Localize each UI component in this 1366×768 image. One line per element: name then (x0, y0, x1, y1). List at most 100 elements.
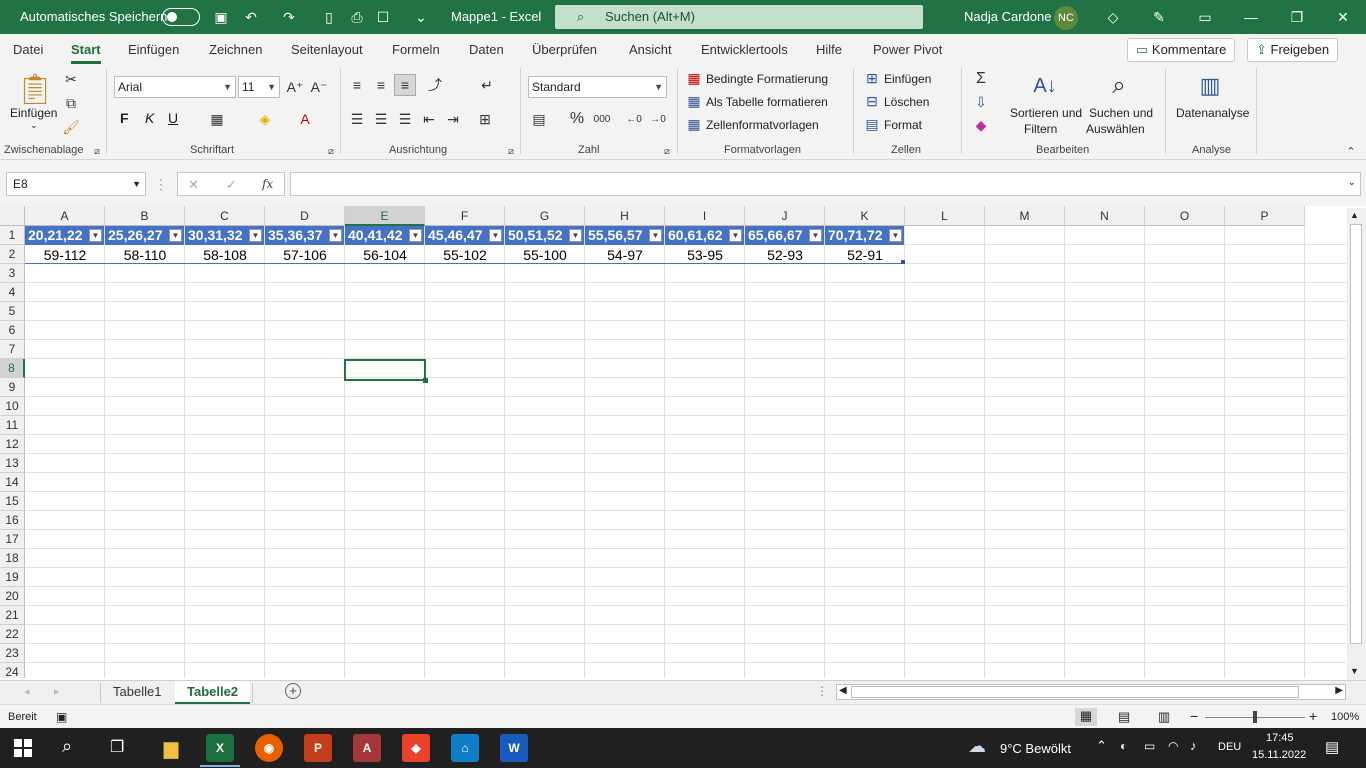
firefox-icon[interactable]: ◉ (255, 734, 283, 762)
excel-icon[interactable]: X (206, 734, 234, 762)
align-top-icon[interactable]: ≡ (348, 76, 366, 94)
tab-datei[interactable]: Datei (13, 42, 43, 57)
notifications-icon[interactable]: ▤ (1325, 738, 1339, 756)
find-select-icon[interactable]: ⌕ (1102, 70, 1136, 102)
data-analysis-icon[interactable]: ▥ (1193, 70, 1227, 102)
row-header[interactable]: 6 (0, 321, 25, 340)
avatar[interactable]: NC (1054, 6, 1078, 30)
cut-icon[interactable]: ✂ (62, 70, 80, 88)
anydesk-icon[interactable]: ◆ (402, 734, 430, 762)
decrease-decimal-icon[interactable]: →0 (648, 110, 668, 128)
clock-time[interactable]: 17:45 (1266, 732, 1294, 744)
italic-button[interactable]: K (145, 110, 154, 126)
conditional-formatting-icon[interactable]: ▦ (686, 70, 702, 86)
page-layout-view-icon[interactable]: ▤ (1118, 709, 1130, 725)
fx-icon[interactable]: fx (262, 177, 273, 191)
volume-icon[interactable]: ♪ (1190, 738, 1197, 753)
sheet-tab-tabelle1[interactable]: Tabelle1 (101, 681, 173, 704)
row-header[interactable]: 16 (0, 511, 25, 530)
format-cells-icon[interactable]: ▤ (864, 116, 880, 132)
row-header[interactable]: 15 (0, 492, 25, 511)
cell-styles-icon[interactable]: ▦ (686, 116, 702, 132)
row-header[interactable]: 4 (0, 283, 25, 302)
row-header[interactable]: 11 (0, 416, 25, 435)
input-language[interactable]: DEU (1218, 741, 1241, 753)
copy-icon[interactable]: ⧉ (62, 94, 80, 112)
zoom-level[interactable]: 100% (1331, 711, 1359, 723)
column-header[interactable]: L (905, 206, 985, 226)
number-format-combo[interactable]: Standard ▼ (528, 76, 667, 98)
filter-dropdown-icon[interactable]: ▼ (729, 229, 742, 242)
collapse-ribbon-icon[interactable]: ⌃ (1344, 144, 1358, 158)
align-bottom-icon[interactable]: ≡ (394, 74, 416, 96)
network-app-icon[interactable]: ⌂ (451, 734, 479, 762)
horizontal-scrollbar[interactable]: ◀ ▶ (836, 684, 1346, 700)
conditional-formatting-button[interactable]: Bedingte Formatierung (706, 72, 828, 86)
scroll-thumb[interactable] (1350, 224, 1362, 644)
dialog-launcher-icon[interactable]: ⧄ (662, 146, 672, 156)
tab-zeichnen[interactable]: Zeichnen (209, 42, 262, 57)
increase-indent-icon[interactable]: ⇥ (444, 110, 462, 128)
add-sheet-icon[interactable]: + (285, 683, 301, 699)
filter-dropdown-icon[interactable]: ▼ (569, 229, 582, 242)
column-header[interactable]: M (985, 206, 1065, 226)
filter-dropdown-icon[interactable]: ▼ (649, 229, 662, 242)
meeting-icon[interactable]: ◐ (1120, 739, 1127, 753)
premium-icon[interactable]: ◇ (1102, 6, 1124, 28)
confirm-icon[interactable]: ✓ (226, 177, 237, 193)
search-icon[interactable]: ⌕ (62, 736, 72, 757)
file-explorer-icon[interactable]: ▆ (157, 734, 185, 762)
row-header[interactable]: 2 (0, 245, 25, 264)
redo-icon[interactable]: ↷ (278, 6, 300, 28)
row-header[interactable]: 9 (0, 378, 25, 397)
filter-dropdown-icon[interactable]: ▼ (89, 229, 102, 242)
filter-dropdown-icon[interactable]: ▼ (409, 229, 422, 242)
tab-ansicht[interactable]: Ansicht (629, 42, 672, 57)
tab-daten[interactable]: Daten (469, 42, 504, 57)
powerpoint-icon[interactable]: P (304, 734, 332, 762)
dialog-launcher-icon[interactable]: ⧄ (506, 146, 516, 156)
paste-icon[interactable]: 📋︎ (16, 70, 54, 108)
sort-filter-label-1[interactable]: Sortieren und (1010, 106, 1082, 120)
selected-cell-border[interactable] (344, 359, 426, 381)
sort-filter-label-2[interactable]: Filtern (1024, 122, 1057, 136)
row-header[interactable]: 13 (0, 454, 25, 473)
decrease-indent-icon[interactable]: ⇤ (420, 110, 438, 128)
format-as-table-icon[interactable]: ▦ (686, 93, 702, 109)
percent-icon[interactable]: % (568, 110, 586, 128)
paste-dropdown-icon[interactable]: ⌄ (30, 120, 38, 131)
increase-decimal-icon[interactable]: ←0 (624, 110, 644, 128)
column-header[interactable]: C (185, 206, 265, 226)
battery-icon[interactable]: ▭ (1144, 739, 1155, 753)
insert-cells-button[interactable]: Einfügen (884, 72, 931, 86)
pen-icon[interactable]: ✎ (1148, 6, 1170, 28)
shrink-font-icon[interactable]: A⁻ (310, 78, 328, 96)
share-button[interactable]: ⇪ Freigeben (1247, 38, 1339, 62)
row-header[interactable]: 17 (0, 530, 25, 549)
row-header[interactable]: 20 (0, 587, 25, 606)
column-header[interactable]: D (265, 206, 345, 226)
row-header[interactable]: 8 (0, 359, 25, 378)
format-painter-icon[interactable]: 🖌︎ (62, 118, 80, 136)
clock-date[interactable]: 15.11.2022 (1252, 749, 1306, 761)
tab-hilfe[interactable]: Hilfe (816, 42, 842, 57)
worksheet-grid[interactable]: ABCDEFGHIJKLMNOP 1 2 3 4 5 6 7 8 9 10 11 12 13 14 15 16… (0, 206, 1346, 678)
wifi-icon[interactable]: ◠ (1168, 739, 1178, 753)
column-header[interactable]: A (25, 206, 105, 226)
format-as-table-button[interactable]: Als Tabelle formatieren (706, 95, 828, 109)
weather-text[interactable]: 9°C Bewölkt (1000, 741, 1071, 756)
filter-dropdown-icon[interactable]: ▼ (249, 229, 262, 242)
row-header[interactable]: 23 (0, 644, 25, 663)
fill-handle[interactable] (423, 378, 428, 383)
column-header[interactable]: B (105, 206, 185, 226)
row-header[interactable]: 1 (0, 226, 25, 245)
print-icon[interactable]: ⎙ (346, 6, 368, 28)
font-name-combo[interactable]: Arial ▼ (114, 76, 236, 98)
font-color-icon[interactable]: A (296, 110, 314, 128)
form-icon[interactable]: ☐ (372, 6, 394, 28)
tab-einfuegen[interactable]: Einfügen (128, 42, 179, 57)
scroll-up-icon[interactable]: ▲ (1350, 210, 1359, 220)
task-view-icon[interactable]: ❐ (110, 737, 124, 757)
tab-formeln[interactable]: Formeln (392, 42, 440, 57)
autosave-toggle[interactable] (162, 8, 200, 26)
